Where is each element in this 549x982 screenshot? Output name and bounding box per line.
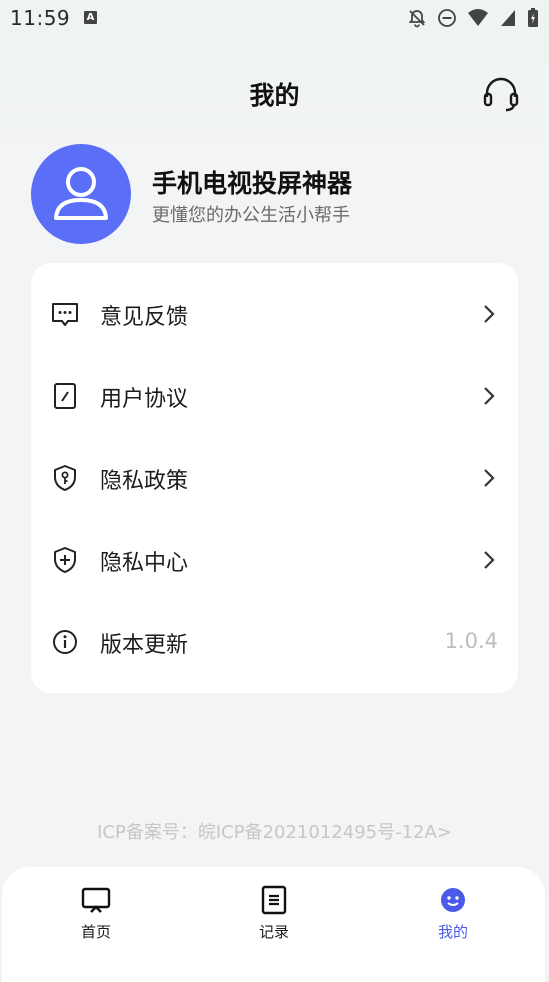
menu-item-label: 用户协议 xyxy=(100,387,189,412)
signal-icon xyxy=(501,10,515,26)
nav-label: 首页 xyxy=(80,923,111,941)
record-icon xyxy=(261,885,287,915)
info-icon xyxy=(53,630,77,654)
menu-item-privacy-policy[interactable]: 隐私政策 xyxy=(31,437,518,519)
nav-item-home[interactable]: 首页 xyxy=(56,885,136,945)
nav-label: 记录 xyxy=(258,923,289,941)
chevron-right-icon xyxy=(484,387,495,405)
chevron-right-icon xyxy=(484,469,495,487)
avatar xyxy=(31,144,131,244)
notification-a-icon: A xyxy=(84,11,97,24)
user-icon xyxy=(54,167,108,220)
menu-item-label: 隐私政策 xyxy=(100,469,189,494)
menu-item-version-update[interactable]: 版本更新 1.0.4 xyxy=(31,601,518,683)
battery-icon xyxy=(528,8,538,27)
menu-item-privacy-center[interactable]: 隐私中心 xyxy=(31,519,518,601)
chevron-right-icon xyxy=(484,305,495,323)
menu-card: 意见反馈 用户协议 隐私政策 隐私中心 版本更新 1.0.4 xyxy=(31,263,518,693)
icp-record-link[interactable]: ICP备案号：皖ICP备2021012495号-12A> xyxy=(0,818,549,844)
bottom-nav: 首页 记录 我的 xyxy=(2,867,545,982)
menu-item-feedback[interactable]: 意见反馈 xyxy=(31,273,518,355)
status-time: 11:59 xyxy=(10,6,71,30)
status-icons xyxy=(407,8,539,28)
do-not-disturb-icon xyxy=(438,9,456,27)
chevron-right-icon xyxy=(484,551,495,569)
version-number: 1.0.4 xyxy=(444,629,498,653)
nav-item-records[interactable]: 记录 xyxy=(234,885,314,945)
nav-label: 我的 xyxy=(437,923,468,941)
tv-icon xyxy=(81,887,111,913)
bell-off-icon xyxy=(408,10,426,28)
menu-item-label: 版本更新 xyxy=(100,633,189,658)
status-bar: 11:59 A xyxy=(0,0,549,38)
feedback-icon xyxy=(52,303,78,326)
privacy-center-icon xyxy=(54,547,76,573)
app-name: 手机电视投屏神器 xyxy=(152,169,353,198)
privacy-policy-icon xyxy=(54,465,76,491)
nav-item-mine[interactable]: 我的 xyxy=(413,885,493,945)
menu-item-label: 隐私中心 xyxy=(100,551,189,576)
menu-item-user-agreement[interactable]: 用户协议 xyxy=(31,355,518,437)
wifi-icon xyxy=(468,9,488,26)
smiley-icon xyxy=(441,888,465,912)
headset-icon[interactable] xyxy=(482,76,520,114)
menu-item-label: 意见反馈 xyxy=(100,305,189,330)
page-title: 我的 xyxy=(249,81,300,110)
agreement-icon xyxy=(54,383,76,409)
app-slogan: 更懂您的办公生活小帮手 xyxy=(152,205,350,226)
